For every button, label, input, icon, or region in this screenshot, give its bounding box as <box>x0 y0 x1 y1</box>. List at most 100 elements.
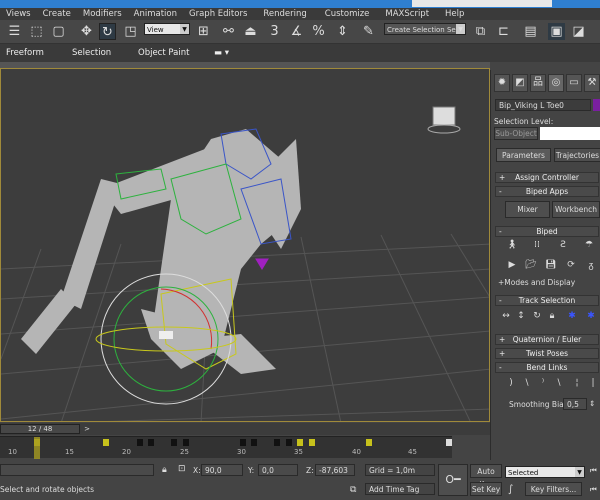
go-to-start-icon[interactable]: ⏮ <box>590 466 597 476</box>
modes-and-display-toggle[interactable]: +Modes and Display <box>498 278 575 287</box>
reference-coord-dropdown[interactable]: View ▼ <box>144 23 190 35</box>
time-slider-thumb[interactable]: 12 / 48 <box>0 424 80 434</box>
workbench-button[interactable]: Workbench <box>552 201 600 218</box>
key-marker[interactable] <box>136 439 143 446</box>
tab-trajectories[interactable]: Trajectories <box>554 148 600 162</box>
zero-all-icon[interactable]: | <box>587 378 599 388</box>
key-marker[interactable] <box>308 439 315 446</box>
snap-toggle-icon[interactable]: 3 <box>266 23 283 40</box>
auto-key-button[interactable]: Auto Key <box>470 464 502 489</box>
lock-icon[interactable]: 🔒︎ <box>162 465 167 475</box>
motion-flow-icon[interactable]: Ƨ <box>557 240 569 250</box>
menu-animation[interactable]: Animation <box>128 8 183 20</box>
playback-icon[interactable]: ▶ <box>506 260 518 270</box>
tab-parameters[interactable]: Parameters <box>496 148 551 162</box>
search-input[interactable] <box>412 0 552 7</box>
sub-object-dropdown[interactable] <box>540 127 600 140</box>
tab-selection[interactable]: Selection <box>72 48 111 58</box>
select-by-name-icon[interactable]: ☰ <box>6 23 23 40</box>
lock-com-icon[interactable]: 🔒︎ <box>546 311 558 321</box>
key-marker[interactable] <box>297 439 304 446</box>
hierarchy-tab-icon[interactable]: 品 <box>530 74 546 92</box>
previous-key-icon[interactable]: ⏮ <box>590 485 597 495</box>
object-color-swatch[interactable] <box>593 99 600 111</box>
rotate-icon[interactable]: ↻ <box>99 23 116 40</box>
move-all-mode-icon[interactable]: ᵹ <box>585 260 597 271</box>
menu-modifiers[interactable]: Modifiers <box>77 8 128 20</box>
key-marker[interactable] <box>365 439 372 446</box>
menu-rendering[interactable]: Rendering <box>253 8 312 20</box>
percent-snap-icon[interactable]: % <box>310 23 327 40</box>
tab-freeform[interactable]: Freeform <box>6 48 44 58</box>
spinner-snap-icon[interactable]: ⇕ <box>334 23 351 40</box>
symmetrical-icon[interactable]: ✱ <box>566 311 578 321</box>
pivot-icon[interactable]: ⊞ <box>195 23 212 40</box>
display-tab-icon[interactable]: ▭ <box>566 74 582 92</box>
key-filters-button[interactable]: Key Filters... <box>525 482 582 496</box>
rollout-biped[interactable]: - Biped <box>495 226 599 237</box>
save-file-icon[interactable]: 💾︎ <box>545 260 557 270</box>
zero-twist-icon[interactable]: ¦ <box>571 378 583 388</box>
create-tab-icon[interactable]: ✹ <box>494 74 510 92</box>
smooth-twist-mode-icon[interactable]: \ <box>553 378 565 388</box>
menu-customize[interactable]: Customize <box>313 8 376 20</box>
mixer-button[interactable]: Mixer <box>505 201 550 218</box>
body-vertical-icon[interactable]: ↕ <box>515 311 527 321</box>
bend-links-mode-icon[interactable]: ) <box>505 378 517 388</box>
spinner-icon[interactable]: ⇕ <box>589 399 595 408</box>
rect-selection-icon[interactable]: ⬚ <box>28 23 45 40</box>
x-coordinate-field[interactable]: 90,0 <box>201 464 243 476</box>
key-marker[interactable] <box>285 439 292 446</box>
key-marker[interactable] <box>240 439 246 446</box>
menu-help[interactable]: Help <box>435 8 470 20</box>
scene-explorer-icon[interactable]: ▣ <box>548 23 565 40</box>
maxscript-listener[interactable] <box>0 464 154 476</box>
rollout-quaternion-euler[interactable]: + Quaternion / Euler <box>495 334 599 345</box>
absolute-mode-icon[interactable]: ⊡ <box>178 464 186 474</box>
rollout-biped-apps[interactable]: - Biped Apps <box>495 186 599 197</box>
sub-object-button[interactable]: Sub-Object <box>494 127 538 140</box>
key-mode-dropdown[interactable]: Selected ▼ <box>505 466 585 478</box>
add-time-tag-button[interactable]: Add Time Tag <box>365 483 435 495</box>
key-marker[interactable] <box>148 439 155 446</box>
default-tangent-icon[interactable]: ∫ <box>508 484 513 495</box>
next-frame-button[interactable]: > <box>82 424 92 434</box>
object-name-field[interactable]: Bip_Viking L Toe0 <box>495 99 591 111</box>
edit-named-selection-icon[interactable]: ✎ <box>360 23 377 40</box>
set-key-icon[interactable]: O━ <box>438 464 468 496</box>
menu-graph-editors[interactable]: Graph Editors <box>183 8 253 20</box>
load-file-icon[interactable]: 📂︎ <box>525 260 537 270</box>
key-marker[interactable] <box>274 439 281 446</box>
menu-maxscript[interactable]: MAXScript <box>375 8 435 20</box>
named-selection-dropdown[interactable]: Create Selection Se ▼ <box>384 23 466 35</box>
body-rotation-icon[interactable]: ↻ <box>531 311 543 321</box>
twist-links-mode-icon[interactable]: \ <box>521 378 533 388</box>
move-icon[interactable]: ✥ <box>78 23 95 40</box>
key-marker[interactable] <box>182 439 189 446</box>
mirror-icon[interactable]: ⧉ <box>472 23 489 40</box>
key-marker[interactable] <box>251 439 258 446</box>
twist-individual-mode-icon[interactable]: ⁾ <box>537 378 549 388</box>
y-coordinate-field[interactable]: 0,0 <box>258 464 298 476</box>
selected-toe-bone[interactable] <box>159 331 173 339</box>
z-coordinate-field[interactable]: -87,603 <box>315 464 355 476</box>
mixer-mode-icon[interactable]: ☂ <box>583 240 595 250</box>
layer-manager-icon[interactable]: ▤ <box>522 23 539 40</box>
track-bar[interactable]: 10 15 20 25 30 35 40 45 <box>0 436 453 459</box>
set-key-button[interactable]: Set Key <box>470 482 502 496</box>
align-icon[interactable]: ⊏ <box>495 23 512 40</box>
rollout-bend-links[interactable]: - Bend Links <box>495 362 599 373</box>
rollout-assign-controller[interactable]: + Assign Controller <box>495 172 599 183</box>
angle-snap-icon[interactable]: ∡ <box>288 23 305 40</box>
window-crossing-icon[interactable]: ▢ <box>50 23 67 40</box>
curve-editor-icon[interactable]: ◪ <box>570 23 587 40</box>
end-key-marker[interactable] <box>446 439 453 446</box>
menu-create[interactable]: Create <box>37 8 77 20</box>
link-icon[interactable]: ⚯ <box>220 23 237 40</box>
footstep-mode-icon[interactable]: ⁞⁞ <box>531 240 543 250</box>
tab-object-paint[interactable]: Object Paint <box>138 48 189 58</box>
smoothing-bias-field[interactable]: 0,5 <box>563 398 587 410</box>
body-horizontal-icon[interactable]: ↔ <box>500 311 512 321</box>
utilities-tab-icon[interactable]: ⚒ <box>584 74 600 92</box>
rollout-track-selection[interactable]: - Track Selection <box>495 295 599 306</box>
